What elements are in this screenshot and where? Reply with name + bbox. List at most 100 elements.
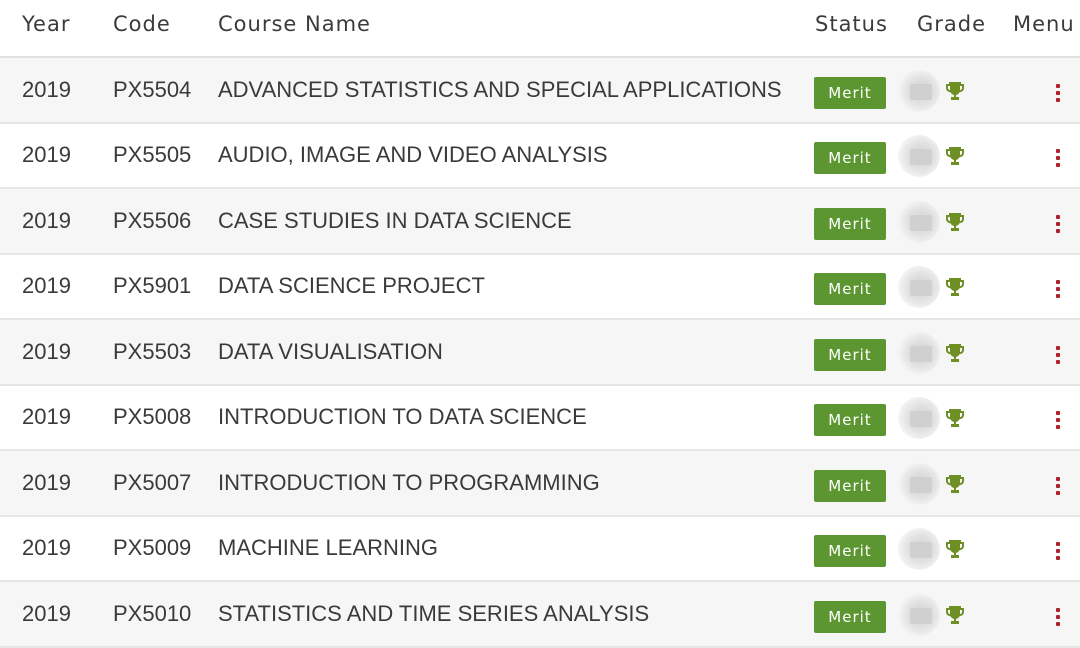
trophy-icon [944, 145, 966, 167]
row-code: PX5901 [113, 273, 192, 299]
row-year: 2019 [22, 600, 71, 626]
status-cell: Merit [814, 124, 886, 188]
trophy-icon [944, 276, 966, 298]
row-course-name: INTRODUCTION TO DATA SCIENCE [218, 404, 587, 430]
status-badge: Merit [814, 600, 886, 633]
row-code: PX5010 [113, 600, 192, 626]
grade-redacted-icon [898, 528, 940, 571]
table-row[interactable]: 2019 PX5506 CASE STUDIES IN DATA SCIENCE… [0, 189, 1080, 255]
row-course-name: DATA SCIENCE PROJECT [218, 273, 485, 299]
table-row[interactable]: 2019 PX5008 INTRODUCTION TO DATA SCIENCE… [0, 385, 1080, 451]
table-row[interactable]: 2019 PX5504 ADVANCED STATISTICS AND SPEC… [0, 58, 1080, 124]
row-year: 2019 [22, 76, 71, 102]
row-year: 2019 [22, 273, 71, 299]
grade-redacted-icon [898, 266, 940, 309]
header-course-name[interactable]: Course Name [218, 12, 371, 36]
table-row[interactable]: 2019 PX5010 STATISTICS AND TIME SERIES A… [0, 582, 1080, 648]
kebab-menu-icon[interactable] [1056, 149, 1060, 168]
row-course-name: AUDIO, IMAGE AND VIDEO ANALYSIS [218, 142, 608, 168]
grade-cell [898, 189, 966, 253]
kebab-menu-icon[interactable] [1056, 476, 1060, 495]
trophy-icon [944, 80, 966, 102]
status-cell: Merit [814, 517, 886, 581]
status-badge: Merit [814, 404, 886, 437]
row-year: 2019 [22, 535, 71, 561]
trophy-icon [944, 407, 966, 429]
row-menu-button[interactable] [1056, 124, 1060, 188]
kebab-menu-icon[interactable] [1056, 214, 1060, 233]
kebab-menu-icon[interactable] [1056, 607, 1060, 626]
row-code: PX5506 [113, 207, 192, 233]
grade-cell [898, 517, 966, 581]
kebab-menu-icon[interactable] [1056, 542, 1060, 561]
kebab-menu-icon[interactable] [1056, 280, 1060, 299]
row-course-name: INTRODUCTION TO PROGRAMMING [218, 469, 600, 495]
grade-redacted-icon [898, 593, 940, 636]
status-badge: Merit [814, 76, 886, 109]
status-badge: Merit [814, 207, 886, 240]
grade-redacted-icon [898, 200, 940, 243]
row-code: PX5008 [113, 404, 192, 430]
row-course-name: MACHINE LEARNING [218, 535, 439, 561]
row-menu-button[interactable] [1056, 386, 1060, 450]
trophy-icon [944, 473, 966, 495]
table-row[interactable]: 2019 PX5901 DATA SCIENCE PROJECT Merit [0, 254, 1080, 320]
row-menu-button[interactable] [1056, 255, 1060, 319]
table-row[interactable]: 2019 PX5007 INTRODUCTION TO PROGRAMMING … [0, 451, 1080, 517]
status-cell: Merit [814, 320, 886, 384]
row-course-name: CASE STUDIES IN DATA SCIENCE [218, 207, 572, 233]
grade-cell [898, 255, 966, 319]
row-code: PX5505 [113, 142, 192, 168]
status-cell: Merit [814, 58, 886, 122]
course-results-table: Year Code Course Name Status Grade Menu … [0, 0, 1080, 648]
status-cell: Merit [814, 255, 886, 319]
grade-cell [898, 386, 966, 450]
status-badge: Merit [814, 469, 886, 502]
header-code[interactable]: Code [113, 12, 171, 36]
row-menu-button[interactable] [1056, 320, 1060, 384]
grade-cell [898, 320, 966, 384]
row-menu-button[interactable] [1056, 582, 1060, 646]
table-body: 2019 PX5504 ADVANCED STATISTICS AND SPEC… [0, 58, 1080, 648]
row-year: 2019 [22, 469, 71, 495]
row-course-name: ADVANCED STATISTICS AND SPECIAL APPLICAT… [218, 76, 782, 102]
header-status[interactable]: Status [815, 12, 888, 36]
row-code: PX5009 [113, 535, 192, 561]
kebab-menu-icon[interactable] [1056, 345, 1060, 364]
table-row[interactable]: 2019 PX5009 MACHINE LEARNING Merit [0, 516, 1080, 582]
status-cell: Merit [814, 582, 886, 646]
status-badge: Merit [814, 142, 886, 175]
table-row[interactable]: 2019 PX5503 DATA VISUALISATION Merit [0, 320, 1080, 386]
row-menu-button[interactable] [1056, 451, 1060, 515]
row-code: PX5007 [113, 469, 192, 495]
row-year: 2019 [22, 207, 71, 233]
trophy-icon [944, 538, 966, 560]
trophy-icon [944, 604, 966, 626]
row-code: PX5504 [113, 76, 192, 102]
status-cell: Merit [814, 189, 886, 253]
table-row[interactable]: 2019 PX5505 AUDIO, IMAGE AND VIDEO ANALY… [0, 123, 1080, 189]
row-course-name: DATA VISUALISATION [218, 338, 443, 364]
status-cell: Merit [814, 451, 886, 515]
kebab-menu-icon[interactable] [1056, 411, 1060, 430]
status-badge: Merit [814, 338, 886, 371]
status-cell: Merit [814, 386, 886, 450]
grade-redacted-icon [898, 397, 940, 440]
kebab-menu-icon[interactable] [1056, 83, 1060, 102]
header-grade[interactable]: Grade [917, 12, 986, 36]
row-menu-button[interactable] [1056, 58, 1060, 122]
grade-redacted-icon [898, 135, 940, 178]
row-year: 2019 [22, 142, 71, 168]
grade-cell [898, 582, 966, 646]
trophy-icon [944, 211, 966, 233]
row-year: 2019 [22, 404, 71, 430]
status-badge: Merit [814, 535, 886, 568]
grade-cell [898, 451, 966, 515]
row-menu-button[interactable] [1056, 517, 1060, 581]
table-header: Year Code Course Name Status Grade Menu [0, 0, 1080, 58]
grade-redacted-icon [898, 331, 940, 374]
status-badge: Merit [814, 273, 886, 306]
header-year[interactable]: Year [22, 12, 70, 36]
grade-cell [898, 124, 966, 188]
row-menu-button[interactable] [1056, 189, 1060, 253]
